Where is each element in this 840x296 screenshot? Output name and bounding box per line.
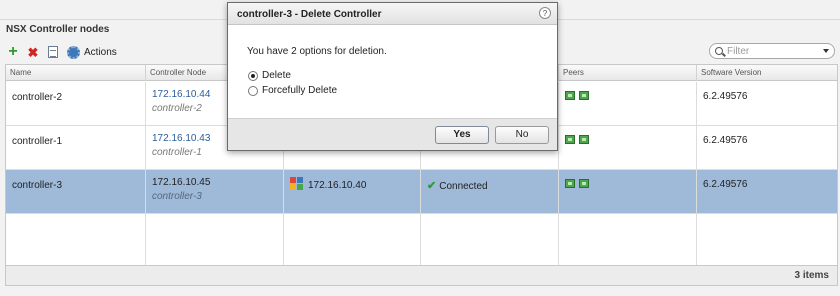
panel-title: NSX Controller nodes xyxy=(6,24,110,35)
checkmark-icon: ✔ xyxy=(427,180,437,192)
peer-status-icon xyxy=(579,179,589,188)
peer-status-icon xyxy=(565,179,575,188)
option-forcefully-delete-label: Forcefully Delete xyxy=(262,85,338,96)
status-cell: ✔ Connected xyxy=(421,170,559,213)
empty-row xyxy=(6,214,837,266)
peer-status-icon xyxy=(579,91,589,100)
table-row-selected[interactable]: controller-3 172.16.10.45 controller-3 1… xyxy=(6,170,837,214)
option-delete-label: Delete xyxy=(262,70,291,81)
peers-cell xyxy=(559,82,697,125)
actions-label[interactable]: Actions xyxy=(84,47,117,58)
controller-name: controller-2 xyxy=(12,92,63,103)
no-button[interactable]: No xyxy=(495,126,549,144)
name-cell: controller-2 xyxy=(6,82,146,125)
empty-cell xyxy=(421,214,559,266)
dialog-title: controller-3 - Delete Controller xyxy=(237,9,382,20)
dialog-titlebar[interactable]: controller-3 - Delete Controller ? xyxy=(228,3,557,25)
delete-icon[interactable]: ✖ xyxy=(26,45,40,59)
controller-name: controller-3 xyxy=(12,180,63,191)
help-icon[interactable]: ? xyxy=(539,7,551,19)
filter-placeholder: Filter xyxy=(727,45,750,57)
toolbar: + ✖ Actions xyxy=(6,44,117,60)
chevron-down-icon[interactable] xyxy=(823,49,829,53)
version-cell: 6.2.49576 xyxy=(697,82,837,125)
dialog-message: You have 2 options for deletion. xyxy=(247,46,387,57)
delete-controller-dialog: controller-3 - Delete Controller ? You h… xyxy=(227,2,558,151)
status-text: Connected xyxy=(439,181,488,192)
peers-cell xyxy=(559,170,697,213)
yes-button[interactable]: Yes xyxy=(435,126,489,144)
nsx-manager-icon xyxy=(290,177,303,190)
software-version: 6.2.49576 xyxy=(703,91,748,102)
peers-cell xyxy=(559,126,697,169)
empty-cell xyxy=(559,214,697,266)
empty-cell xyxy=(284,214,421,266)
controller-ip-link[interactable]: 172.16.10.45 xyxy=(152,177,283,188)
document-icon xyxy=(48,46,58,58)
filter-input[interactable]: Filter xyxy=(709,43,835,59)
status-entry: ✔ Connected xyxy=(427,179,558,192)
empty-cell xyxy=(146,214,284,266)
option-forcefully-delete[interactable]: Forcefully Delete xyxy=(248,85,337,96)
peers-icons xyxy=(565,179,696,191)
manager-ip: 172.16.10.40 xyxy=(308,180,367,191)
version-cell: 6.2.49576 xyxy=(697,170,837,213)
option-delete[interactable]: Delete xyxy=(248,70,291,81)
manager-cell: 172.16.10.40 xyxy=(284,170,421,213)
software-version: 6.2.49576 xyxy=(703,179,748,190)
software-version: 6.2.49576 xyxy=(703,135,748,146)
add-icon[interactable]: + xyxy=(6,44,20,60)
controller-name: controller-1 xyxy=(12,136,63,147)
manager-entry: 172.16.10.40 xyxy=(290,177,420,191)
controller-node-name: controller-3 xyxy=(152,191,202,202)
radio-delete[interactable] xyxy=(248,70,258,81)
empty-cell xyxy=(6,214,146,266)
column-header-peers[interactable]: Peers xyxy=(559,65,697,81)
name-cell: controller-3 xyxy=(6,170,146,213)
items-count: 3 items xyxy=(794,270,829,281)
column-header-name[interactable]: Name xyxy=(6,65,146,81)
name-cell: controller-1 xyxy=(6,126,146,169)
version-cell: 6.2.49576 xyxy=(697,126,837,169)
radio-forcefully-delete[interactable] xyxy=(248,85,258,96)
gear-icon xyxy=(66,45,80,59)
dialog-footer: Yes No xyxy=(228,118,557,150)
peer-status-icon xyxy=(579,135,589,144)
details-button[interactable] xyxy=(46,45,60,59)
peers-icons xyxy=(565,91,696,103)
column-header-software-version[interactable]: Software Version xyxy=(697,65,837,81)
search-icon xyxy=(715,47,723,55)
table-footer: 3 items xyxy=(6,265,837,285)
actions-button[interactable] xyxy=(66,45,80,59)
peer-status-icon xyxy=(565,135,575,144)
dialog-body: You have 2 options for deletion. Delete … xyxy=(228,26,557,118)
node-cell: 172.16.10.45 controller-3 xyxy=(146,170,284,213)
peers-icons xyxy=(565,135,696,147)
peer-status-icon xyxy=(565,91,575,100)
